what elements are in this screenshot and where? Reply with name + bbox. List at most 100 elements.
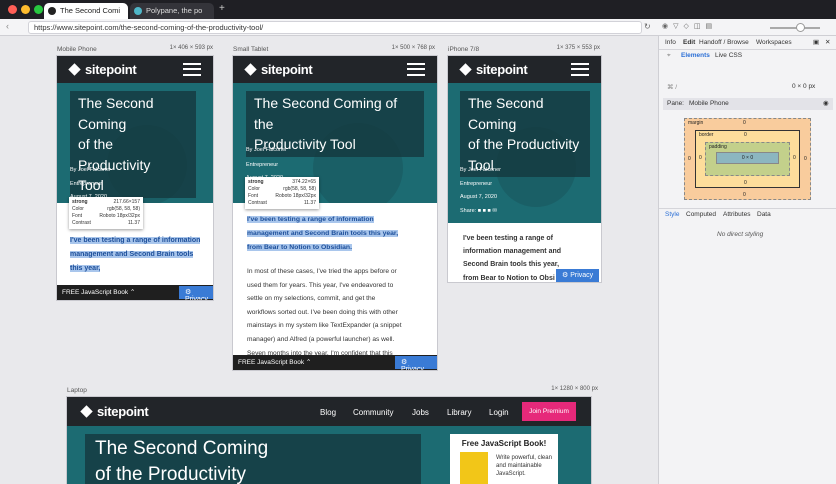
site-header: sitepoint — [57, 56, 213, 83]
sitepoint-logo[interactable]: sitepoint — [244, 62, 313, 77]
nav-blog[interactable]: Blog — [320, 408, 336, 417]
twitter-icon[interactable]: ■ — [487, 208, 490, 214]
linkedin-icon[interactable]: ■ — [483, 208, 486, 214]
intro-paragraph: I've been testing a range of information… — [247, 216, 399, 251]
byline: By Joel Falconer — [246, 147, 287, 153]
site-header: sitepoint Blog Community Jobs Library Lo… — [67, 397, 591, 426]
zoom-slider[interactable] — [770, 27, 820, 29]
pane-size[interactable]: 1× 406 × 593 px — [120, 45, 213, 51]
publish-date: August 7, 2020 — [460, 194, 498, 200]
new-tab-button[interactable]: + — [219, 3, 225, 14]
site-header: sitepoint — [233, 56, 437, 83]
join-premium-button[interactable]: Join Premium — [522, 402, 576, 421]
no-styling-message: No direct styling — [717, 231, 764, 238]
tab-edit[interactable]: Edit — [683, 39, 695, 46]
tab-computed[interactable]: Computed — [686, 211, 716, 218]
author-role: Entrepreneur — [70, 181, 103, 187]
devtools-panel: Info Edit Handoff / Browse Workspaces ▣ … — [658, 36, 836, 484]
close-window-button[interactable] — [8, 5, 17, 14]
pane-small-tablet[interactable]: sitepoint The Second Coming of the Produc… — [233, 56, 437, 370]
tab-info[interactable]: Info — [665, 39, 676, 46]
pane-selector-value: Mobile Phone — [689, 100, 729, 107]
sidebar-text: Write powerful, clean and maintainable Jav… — [496, 455, 552, 477]
article-hero: The Second Coming of the Productivity Tool… — [57, 83, 213, 203]
byline: By Joel Falconer — [70, 167, 111, 173]
tab-elements[interactable]: Elements — [681, 52, 710, 59]
pane-size[interactable]: 1× 1280 × 800 px — [500, 386, 598, 392]
window-titlebar: The Second Comi Polypane, the po + — [0, 0, 836, 19]
sidebar-title: Free JavaScript Book! — [461, 439, 547, 448]
toolbar-icons[interactable]: ◉▽◇◫▤ — [662, 22, 717, 30]
sitepoint-logo[interactable]: sitepoint — [80, 404, 149, 419]
article-paragraph: In most of these cases, I've tried the a… — [247, 268, 402, 357]
sitepoint-logo[interactable]: sitepoint — [68, 62, 137, 77]
inspect-icon[interactable]: ⌖ — [667, 52, 671, 60]
pane-label: Laptop — [67, 387, 87, 394]
box-model-border: border 0 0 0 0 padding 0 × 0 — [695, 130, 800, 188]
email-icon[interactable]: ✉ — [492, 208, 497, 214]
book-cover-image[interactable] — [460, 452, 488, 484]
reload-icon[interactable]: ↻ — [644, 22, 651, 31]
sitepoint-favicon-icon — [48, 7, 56, 15]
tab-data[interactable]: Data — [757, 211, 771, 218]
pane-mobile-phone[interactable]: sitepoint The Second Coming of the Produc… — [57, 56, 213, 300]
element-dimensions: 0 × 0 px — [792, 83, 816, 90]
pane-laptop[interactable]: sitepoint Blog Community Jobs Library Lo… — [67, 397, 591, 484]
facebook-icon[interactable]: ■ — [478, 208, 481, 214]
pane-label: Small Tablet — [233, 46, 269, 53]
tab-style[interactable]: Style — [665, 211, 679, 218]
box-model-margin: margin 0 0 0 0 border 0 0 0 0 padding 0 … — [684, 118, 811, 200]
tab-attributes[interactable]: Attributes — [723, 211, 750, 218]
sitepoint-logo[interactable]: sitepoint — [459, 62, 528, 77]
tab-handoff[interactable]: Handoff / Browse — [699, 39, 749, 46]
share-row: Share: ■ ■ ■ ✉ — [460, 208, 497, 214]
nav-jobs[interactable]: Jobs — [412, 408, 429, 417]
pane-size[interactable]: 1× 375 × 553 px — [510, 45, 600, 51]
site-header: sitepoint — [448, 56, 601, 83]
back-icon[interactable]: ‹ — [6, 21, 9, 31]
menu-icon[interactable] — [407, 63, 425, 76]
js-book-sidebar: Free JavaScript Book! Write powerful, cl… — [450, 434, 558, 484]
byline: By Joel Falconer — [460, 167, 501, 173]
pane-selector-label: Pane: — [667, 100, 684, 107]
tab-label: The Second Comi — [60, 6, 121, 15]
pane-size[interactable]: 1× 500 × 768 px — [330, 45, 435, 51]
element-path[interactable]: ⌘ / — [667, 83, 677, 91]
article-title: The Second Coming of the Productivity — [85, 434, 421, 484]
close-icon[interactable]: ✕ — [825, 38, 830, 46]
url-input[interactable]: https://www.sitepoint.com/the-second-com… — [28, 21, 642, 34]
box-model-padding: padding 0 × 0 — [705, 142, 790, 176]
address-bar: ‹ https://www.sitepoint.com/the-second-c… — [0, 19, 836, 36]
dock-icon[interactable]: ▣ — [813, 38, 819, 46]
tab-workspaces[interactable]: Workspaces — [756, 39, 792, 46]
nav-community[interactable]: Community — [353, 408, 393, 417]
nav-login[interactable]: Login — [489, 408, 509, 417]
nav-library[interactable]: Library — [447, 408, 471, 417]
pane-iphone[interactable]: sitepoint The Second Coming of the Produc… — [448, 56, 601, 282]
polypane-favicon-icon — [134, 7, 142, 15]
pane-label: Mobile Phone — [57, 46, 97, 53]
pane-selector[interactable]: Pane: Mobile Phone ◉ — [663, 98, 833, 110]
eye-icon[interactable]: ◉ — [823, 99, 829, 107]
privacy-button[interactable]: ⚙ Privacy — [395, 356, 437, 370]
article-title: The Second Coming of the Productivity Tool — [460, 91, 590, 177]
tab-sitepoint[interactable]: The Second Comi — [44, 3, 128, 19]
zoom-window-button[interactable] — [34, 5, 43, 14]
minimize-window-button[interactable] — [21, 5, 30, 14]
tab-live-css[interactable]: Live CSS — [715, 52, 742, 59]
author-role: Entrepreneur — [246, 162, 279, 168]
privacy-button[interactable]: ⚙ Privacy — [556, 269, 600, 282]
tab-label: Polypane, the po — [146, 6, 203, 15]
author-role: Entrepreneur — [460, 181, 493, 187]
zoom-slider-handle[interactable] — [796, 23, 805, 32]
box-model-content: 0 × 0 — [716, 152, 779, 164]
menu-icon[interactable] — [571, 63, 589, 76]
menu-icon[interactable] — [183, 63, 201, 76]
inspect-tooltip: strong 217.66×157 Color rgb(58, 58, 58) … — [69, 197, 143, 229]
inspect-tooltip: strong 374.22×65 Color rgb(58, 58, 58) F… — [245, 177, 319, 209]
privacy-button[interactable]: ⚙ Privacy — [179, 286, 213, 300]
intro-paragraph: I've been testing a range of information… — [70, 237, 201, 272]
panes-canvas: Mobile Phone 1× 406 × 593 px sitepoint T… — [0, 36, 658, 484]
pane-label: iPhone 7/8 — [448, 46, 480, 53]
tab-polypane[interactable]: Polypane, the po — [130, 3, 214, 19]
